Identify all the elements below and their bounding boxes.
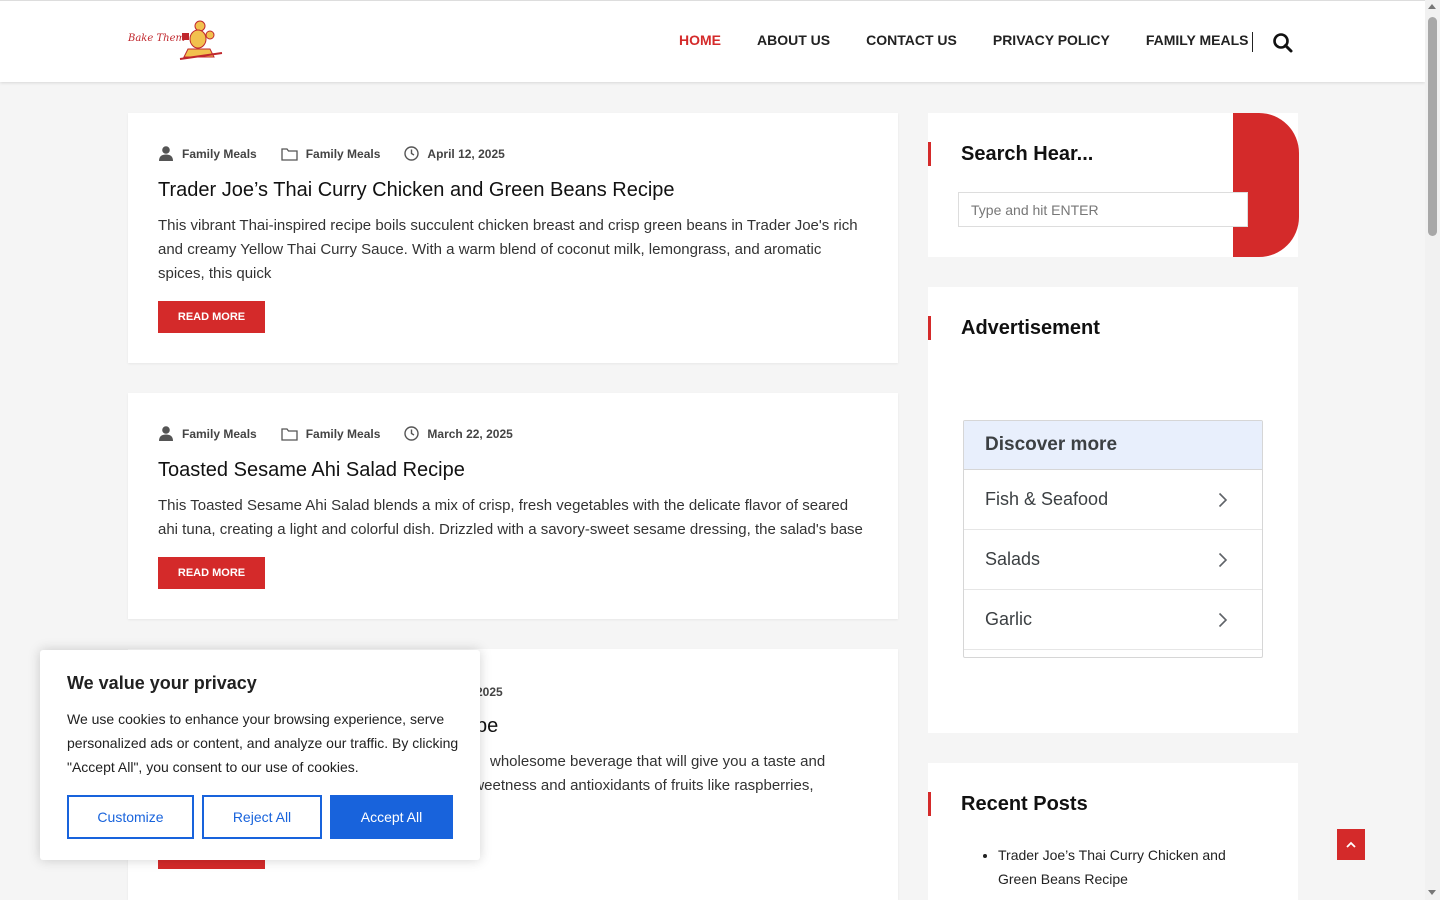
nav-home[interactable]: HOME: [679, 32, 721, 48]
page-scrollbar[interactable]: [1425, 0, 1440, 900]
search-input[interactable]: [958, 192, 1248, 227]
clock-icon: [404, 426, 420, 441]
post-excerpt-line: al sweetness and antioxidants of fruits …: [450, 777, 814, 794]
cookie-consent-banner: We value your privacy We use cookies to …: [40, 650, 480, 860]
user-icon: [159, 146, 173, 161]
folder-icon: [281, 427, 298, 441]
discover-item[interactable]: Salads: [964, 530, 1262, 590]
scroll-down-arrow-icon[interactable]: [1428, 890, 1436, 895]
post-date: April 12, 2025: [404, 146, 505, 161]
discover-item[interactable]: Fish & Seafood: [964, 470, 1262, 530]
scroll-up-arrow-icon[interactable]: [1428, 4, 1436, 9]
post-category[interactable]: Family Meals: [281, 147, 380, 161]
reject-all-button[interactable]: Reject All: [202, 795, 322, 839]
recent-post-link[interactable]: Trader Joe’s Thai Curry Chicken and Gree…: [998, 843, 1248, 891]
discover-item[interactable]: Garlic: [964, 590, 1262, 650]
widget-title: Search Hear...: [928, 142, 1093, 166]
post-title[interactable]: Toasted Sesame Ahi Salad Recipe: [158, 459, 465, 482]
post-excerpt-line: wholesome beverage that will give you a …: [490, 753, 826, 770]
post-category[interactable]: Family Meals: [281, 427, 380, 441]
discover-more-panel: Discover more Fish & Seafood Salads Garl…: [963, 420, 1263, 658]
recent-posts-list: Trader Joe’s Thai Curry Chicken and Gree…: [998, 843, 1248, 891]
accept-all-button[interactable]: Accept All: [330, 795, 453, 839]
read-more-button[interactable]: READ MORE: [158, 301, 265, 333]
recent-posts-widget: Recent Posts Trader Joe’s Thai Curry Chi…: [928, 763, 1298, 900]
scrollbar-thumb[interactable]: [1428, 17, 1437, 236]
widget-title: Advertisement: [928, 316, 1100, 340]
post-author[interactable]: Family Meals: [158, 426, 257, 441]
cookie-text: We use cookies to enhance your browsing …: [67, 711, 459, 775]
post-date: March 22, 2025: [404, 426, 513, 441]
main-nav: HOME ABOUT US CONTACT US PRIVACY POLICY …: [679, 32, 1285, 48]
nav-family-meals[interactable]: FAMILY MEALS: [1146, 32, 1249, 48]
chef-mascot-icon: [179, 20, 223, 60]
nav-contact-us[interactable]: CONTACT US: [866, 32, 957, 48]
post-excerpt: This Toasted Sesame Ahi Salad blends a m…: [158, 497, 863, 538]
discover-more-title: Discover more: [964, 421, 1262, 470]
search-icon[interactable]: [1272, 32, 1294, 54]
post-meta: Family Meals Family Meals April 12, 2025: [158, 146, 529, 161]
post-card: Family Meals Family Meals April 12, 2025…: [128, 113, 898, 363]
back-to-top-button[interactable]: [1337, 829, 1365, 860]
chevron-up-icon: [1346, 841, 1356, 848]
clock-icon: [404, 146, 420, 161]
user-icon: [159, 426, 173, 441]
site-header: Bake Them HOME ABOUT US CONTACT US PRIVA…: [0, 0, 1425, 82]
search-accent-block: [1233, 113, 1299, 257]
search-widget: Search Hear...: [928, 113, 1299, 257]
site-logo[interactable]: Bake Them: [126, 19, 226, 63]
nav-privacy-policy[interactable]: PRIVACY POLICY: [993, 32, 1110, 48]
nav-divider: [1252, 32, 1253, 52]
read-more-button[interactable]: READ MORE: [158, 557, 265, 589]
chevron-right-icon: [1218, 612, 1228, 627]
nav-about-us[interactable]: ABOUT US: [757, 32, 830, 48]
post-author[interactable]: Family Meals: [158, 146, 257, 161]
cookie-title: We value your privacy: [67, 673, 257, 693]
post-card: Family Meals Family Meals March 22, 2025…: [128, 393, 898, 619]
post-date: 2025: [476, 685, 503, 699]
customize-button[interactable]: Customize: [67, 795, 194, 839]
post-excerpt: This vibrant Thai-inspired recipe boils …: [158, 217, 858, 282]
chevron-right-icon: [1218, 492, 1228, 507]
advertisement-widget: Advertisement Discover more Fish & Seafo…: [928, 287, 1298, 733]
chevron-right-icon: [1218, 552, 1228, 567]
post-title[interactable]: Trader Joe’s Thai Curry Chicken and Gree…: [158, 179, 675, 202]
post-meta: Family Meals Family Meals March 22, 2025: [158, 426, 537, 441]
widget-title: Recent Posts: [928, 792, 1088, 816]
folder-icon: [281, 147, 298, 161]
